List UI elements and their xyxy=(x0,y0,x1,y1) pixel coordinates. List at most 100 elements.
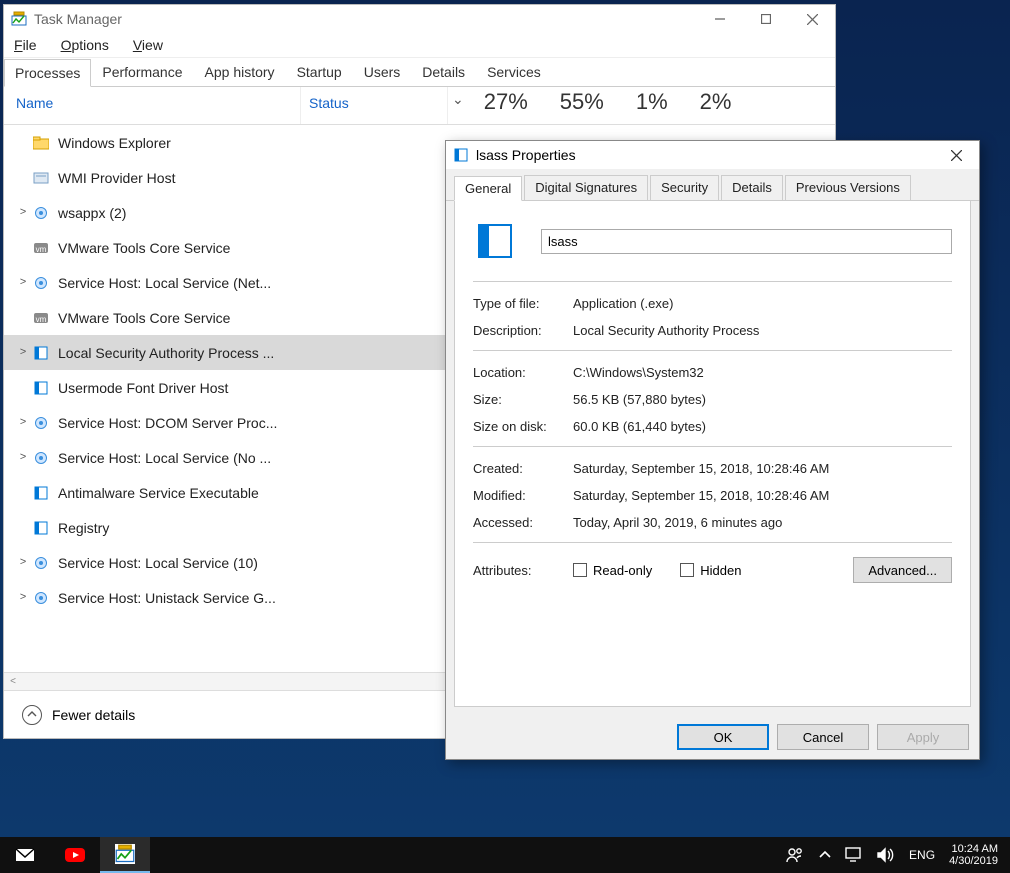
process-name: wsappx (2) xyxy=(58,205,126,221)
tm-tabs: ProcessesPerformanceApp historyStartupUs… xyxy=(4,57,835,87)
tab-performance[interactable]: Performance xyxy=(91,58,193,86)
gear-icon xyxy=(32,449,50,467)
tray-language[interactable]: ENG xyxy=(909,848,935,862)
ok-button[interactable]: OK xyxy=(677,724,769,750)
process-name: Usermode Font Driver Host xyxy=(58,380,228,396)
val-accessed: Today, April 30, 2019, 6 minutes ago xyxy=(573,515,952,530)
lbl-size: Size: xyxy=(473,392,573,407)
gear-icon xyxy=(32,554,50,572)
tab-users[interactable]: Users xyxy=(353,58,412,86)
process-name: Service Host: Local Service (No ... xyxy=(58,450,271,466)
val-type: Application (.exe) xyxy=(573,296,952,311)
close-button[interactable] xyxy=(789,5,835,33)
people-icon[interactable] xyxy=(785,845,805,865)
props-titlebar[interactable]: lsass Properties xyxy=(446,141,979,169)
expand-icon[interactable]: > xyxy=(16,277,30,289)
usage-percent: 2% xyxy=(684,87,748,124)
tab-startup[interactable]: Startup xyxy=(286,58,353,86)
readonly-checkbox[interactable]: Read-only xyxy=(573,563,652,578)
col-percentages: ⌄ 27%55%1%2% xyxy=(448,87,835,124)
menu-options[interactable]: Options xyxy=(55,35,115,55)
tm-titlebar[interactable]: Task Manager xyxy=(4,5,835,33)
props-tabs: GeneralDigital SignaturesSecurityDetails… xyxy=(446,169,979,201)
file-icon xyxy=(452,146,470,164)
props-tab-security[interactable]: Security xyxy=(650,175,719,200)
lbl-attributes: Attributes: xyxy=(473,563,573,578)
hidden-checkbox[interactable]: Hidden xyxy=(680,563,741,578)
app-icon xyxy=(32,519,50,537)
menu-file[interactable]: File xyxy=(8,35,43,55)
gear-icon xyxy=(32,414,50,432)
tm-title: Task Manager xyxy=(34,11,122,27)
tab-services[interactable]: Services xyxy=(476,58,552,86)
system-tray: ENG 10:24 AM 4/30/2019 xyxy=(785,843,1010,867)
filename-input[interactable]: lsass xyxy=(541,229,952,254)
tray-clock[interactable]: 10:24 AM 4/30/2019 xyxy=(949,843,998,867)
lbl-desc: Description: xyxy=(473,323,573,338)
expand-icon[interactable]: > xyxy=(16,347,30,359)
process-name: Local Security Authority Process ... xyxy=(58,345,274,361)
taskbar-youtube-icon[interactable] xyxy=(50,837,100,873)
props-tab-details[interactable]: Details xyxy=(721,175,783,200)
process-name: Service Host: DCOM Server Proc... xyxy=(58,415,277,431)
vm-icon: vm xyxy=(32,239,50,257)
col-name[interactable]: Name xyxy=(4,87,301,124)
menu-view[interactable]: View xyxy=(127,35,169,55)
fewer-details-icon[interactable] xyxy=(22,705,42,725)
expand-icon[interactable]: > xyxy=(16,207,30,219)
expand-icon[interactable]: > xyxy=(16,557,30,569)
props-tab-digital-signatures[interactable]: Digital Signatures xyxy=(524,175,648,200)
tm-column-header: Name Status ⌄ 27%55%1%2% xyxy=(4,87,835,125)
fewer-details-link[interactable]: Fewer details xyxy=(52,707,135,723)
props-footer: OK Cancel Apply xyxy=(446,715,979,759)
process-name: Service Host: Unistack Service G... xyxy=(58,590,276,606)
lbl-size-on-disk: Size on disk: xyxy=(473,419,573,434)
props-title: lsass Properties xyxy=(476,147,576,163)
val-size: 56.5 KB (57,880 bytes) xyxy=(573,392,952,407)
process-name: Service Host: Local Service (Net... xyxy=(58,275,271,291)
taskbar: ENG 10:24 AM 4/30/2019 xyxy=(0,837,1010,873)
process-name: Registry xyxy=(58,520,109,536)
app-icon xyxy=(32,379,50,397)
app-icon xyxy=(32,344,50,362)
process-name: VMware Tools Core Service xyxy=(58,310,230,326)
svg-text:vm: vm xyxy=(36,315,47,324)
lbl-location: Location: xyxy=(473,365,573,380)
usage-percent: 55% xyxy=(544,87,620,124)
val-desc: Local Security Authority Process xyxy=(573,323,952,338)
apply-button[interactable]: Apply xyxy=(877,724,969,750)
process-name: Windows Explorer xyxy=(58,135,171,151)
cancel-button[interactable]: Cancel xyxy=(777,724,869,750)
expand-icon[interactable]: > xyxy=(16,592,30,604)
taskbar-mail-icon[interactable] xyxy=(0,837,50,873)
props-close-button[interactable] xyxy=(933,141,979,169)
file-large-icon xyxy=(473,219,517,263)
tab-app-history[interactable]: App history xyxy=(194,58,286,86)
expand-icon[interactable]: > xyxy=(16,452,30,464)
tab-details[interactable]: Details xyxy=(411,58,476,86)
props-tab-previous-versions[interactable]: Previous Versions xyxy=(785,175,911,200)
val-size-on-disk: 60.0 KB (61,440 bytes) xyxy=(573,419,952,434)
col-status[interactable]: Status xyxy=(301,87,448,124)
expand-icon[interactable]: > xyxy=(16,417,30,429)
props-tab-general[interactable]: General xyxy=(454,176,522,201)
tm-menubar: File Options View xyxy=(4,33,835,57)
advanced-button[interactable]: Advanced... xyxy=(853,557,952,583)
wmi-icon xyxy=(32,169,50,187)
svg-text:vm: vm xyxy=(36,245,47,254)
app-icon xyxy=(32,484,50,502)
usage-percent: 27% xyxy=(468,87,544,124)
lbl-type: Type of file: xyxy=(473,296,573,311)
tray-display-icon[interactable] xyxy=(845,847,863,863)
tray-volume-icon[interactable] xyxy=(877,847,895,863)
tray-chevron-up-icon[interactable] xyxy=(819,849,831,861)
gear-icon xyxy=(32,274,50,292)
process-name: VMware Tools Core Service xyxy=(58,240,230,256)
taskbar-task-manager-icon[interactable] xyxy=(100,837,150,873)
process-name: Service Host: Local Service (10) xyxy=(58,555,258,571)
scroll-left-icon[interactable]: < xyxy=(4,676,22,687)
usage-percent: 1% xyxy=(620,87,684,124)
tab-processes[interactable]: Processes xyxy=(4,59,91,87)
minimize-button[interactable] xyxy=(697,5,743,33)
maximize-button[interactable] xyxy=(743,5,789,33)
